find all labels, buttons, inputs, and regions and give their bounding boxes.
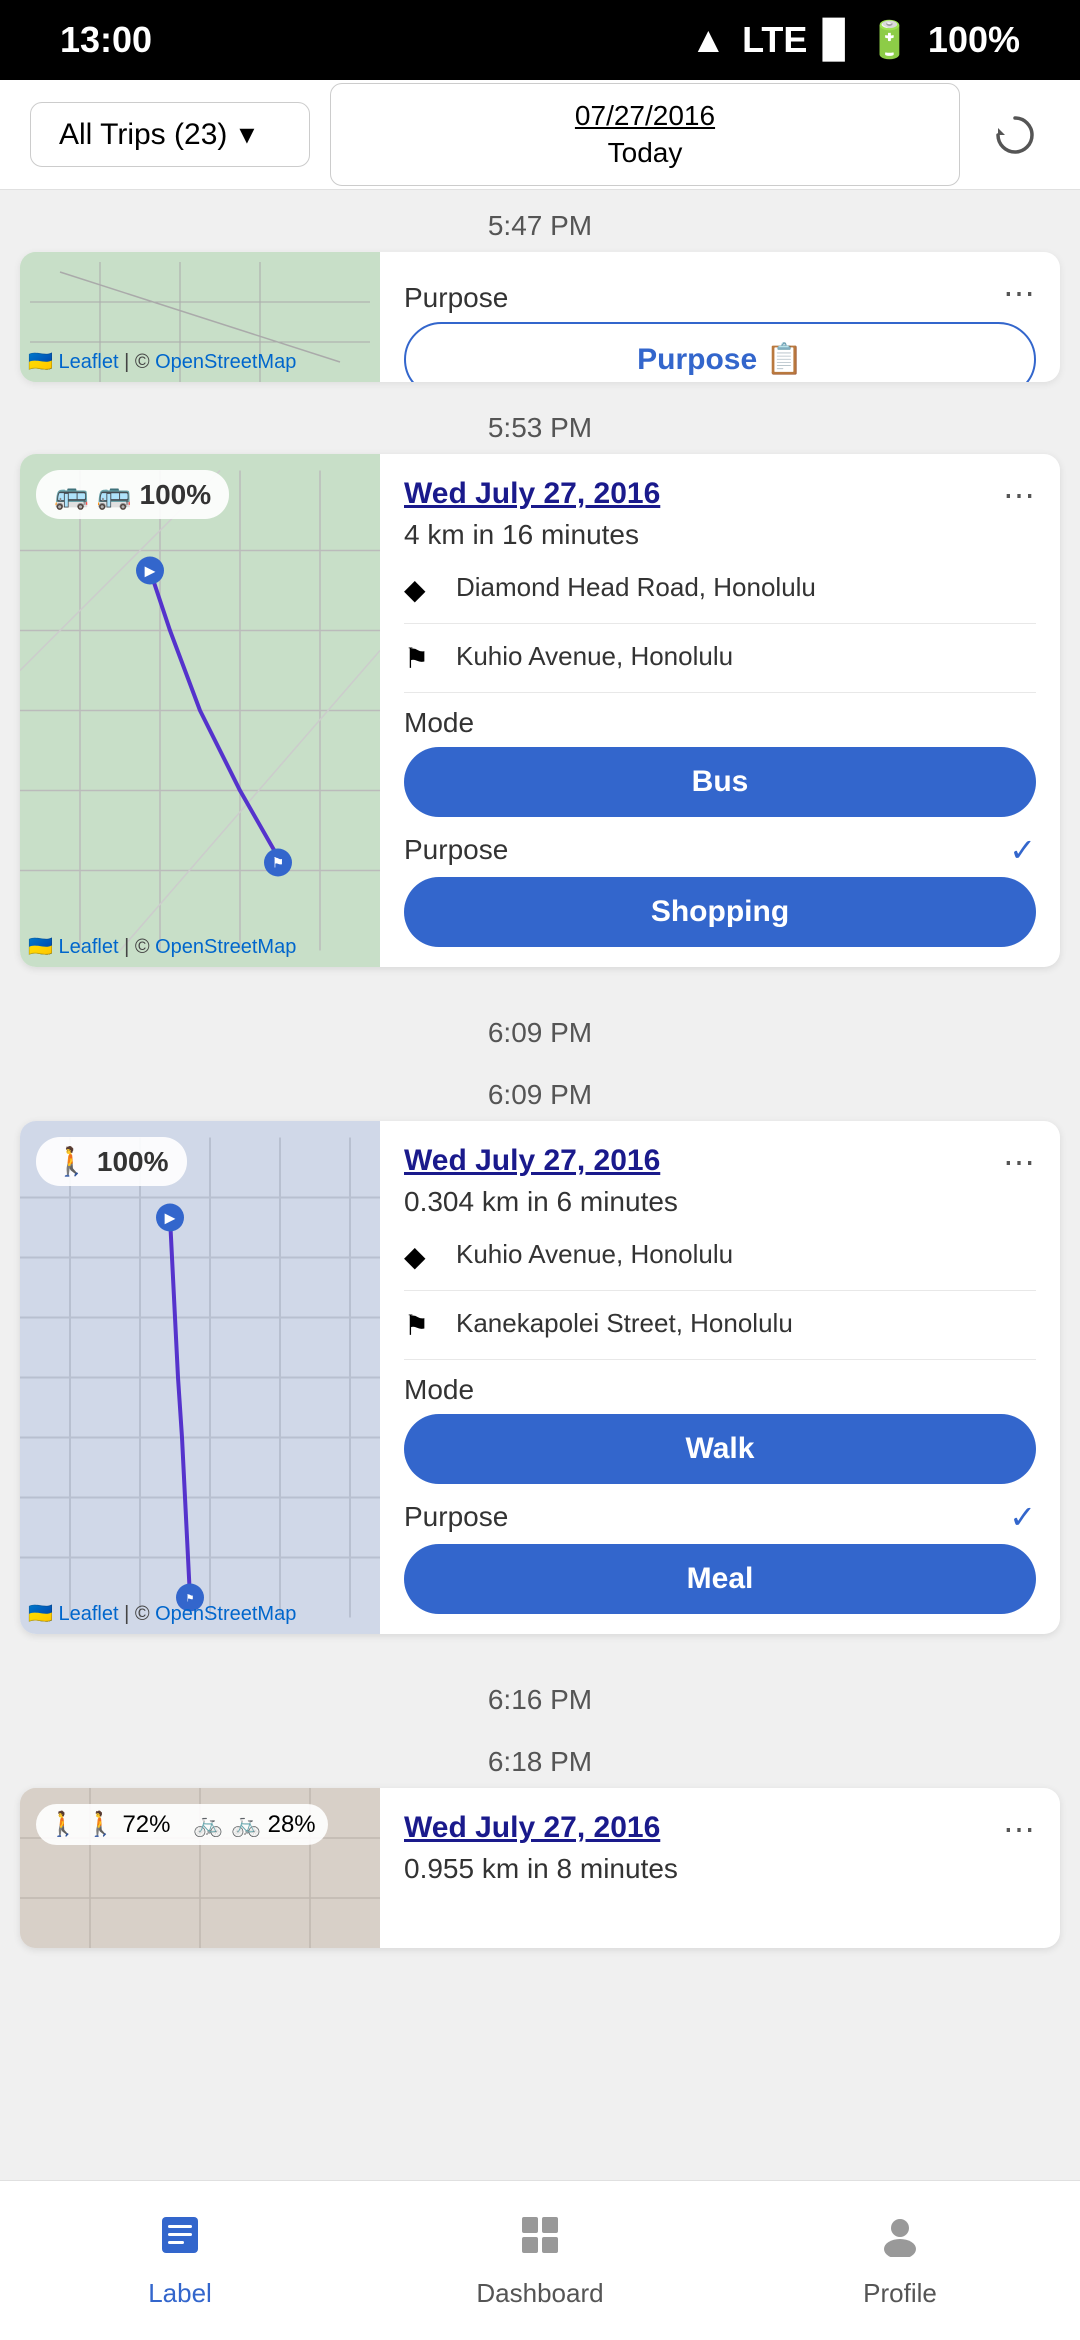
trip-timestamp-2: 5:53 PM (0, 392, 1080, 454)
bottom-nav: Label Dashboard Profile (0, 2180, 1080, 2340)
mode-badge-3: 🚶100% (36, 1137, 187, 1186)
trip-date-2[interactable]: Wed July 27, 2016 (404, 474, 1036, 513)
mode-badge-2: 🚌🚌 100% (36, 470, 229, 519)
mode-btn-3[interactable]: Walk (404, 1414, 1036, 1484)
trip-selector-label: All Trips (23) (59, 118, 227, 152)
battery-label: 100% (928, 19, 1020, 61)
more-button-partial[interactable]: ⋯ (994, 268, 1044, 318)
trip-card-2: ▶ ⚑ 🚌🚌 100% 🇺🇦 Leaflet | © OpenStreetMap… (20, 454, 1060, 967)
origin-text-2: Diamond Head Road, Honolulu (456, 569, 816, 605)
map-attribution-3: 🇺🇦 Leaflet | © OpenStreetMap (28, 1601, 296, 1626)
date-value: 07/27/2016 (575, 98, 715, 134)
nav-dashboard-text: Dashboard (476, 2278, 603, 2309)
check-icon-2: ✓ (1009, 831, 1036, 869)
nav-profile[interactable]: Profile (720, 2181, 1080, 2340)
dashboard-icon (518, 2213, 562, 2268)
map-section-4: 🚶🚶 72% 🚲🚲 28% (20, 1788, 380, 1948)
location-to-3: ⚑ Kanekapolei Street, Honolulu (404, 1305, 1036, 1360)
purpose-label-3: Purpose ✓ (404, 1498, 1036, 1536)
label-icon (158, 2213, 202, 2268)
purpose-btn-3[interactable]: Meal (404, 1544, 1036, 1614)
trip-card-4: 🚶🚶 72% 🚲🚲 28% ⋯ Wed July 27, 2016 0.955 … (20, 1788, 1060, 1948)
mode-btn-2[interactable]: Bus (404, 747, 1036, 817)
purpose-btn-2[interactable]: Shopping (404, 877, 1036, 947)
top-bar: All Trips (23) ▾ 07/27/2016 Today (0, 80, 1080, 190)
map-attribution-partial: 🇺🇦 Leaflet | © OpenStreetMap (28, 349, 296, 374)
chevron-down-icon: ▾ (239, 117, 254, 152)
trip-end-timestamp-2: 6:09 PM (0, 997, 1080, 1059)
svg-text:⚑: ⚑ (272, 855, 285, 871)
trip-duration-3: 0.304 km in 6 minutes (404, 1186, 1036, 1218)
profile-icon (878, 2213, 922, 2268)
purpose-label-partial: Purpose (404, 282, 1036, 314)
map-section-3: ▶ ⚑ 🚶100% 🇺🇦 Leaflet | © OpenStreetMap (20, 1121, 380, 1634)
time-display: 13:00 (60, 19, 152, 61)
map-partial: 🇺🇦 Leaflet | © OpenStreetMap (20, 252, 380, 382)
dest-text-3: Kanekapolei Street, Honolulu (456, 1305, 793, 1341)
dest-icon-2: ⚑ (404, 642, 440, 678)
trip-info-partial: ⋯ Purpose Purpose 📋 (380, 252, 1060, 382)
more-button-4[interactable]: ⋯ (994, 1804, 1044, 1854)
mode-label-2: Mode (404, 707, 1036, 739)
status-bar: 13:00 ▲ LTE ▊ 🔋 100% (0, 0, 1080, 80)
purpose-btn-partial[interactable]: Purpose 📋 (404, 322, 1036, 382)
refresh-button[interactable] (980, 100, 1050, 170)
nav-label[interactable]: Label (0, 2181, 360, 2340)
trip-end-timestamp-3: 6:16 PM (0, 1664, 1080, 1726)
trip-card-partial: 🇺🇦 Leaflet | © OpenStreetMap ⋯ Purpose P… (20, 252, 1060, 382)
more-button-2[interactable]: ⋯ (994, 470, 1044, 520)
svg-text:▶: ▶ (165, 1210, 176, 1226)
today-label: Today (608, 135, 683, 171)
trip-info-2: ⋯ Wed July 27, 2016 4 km in 16 minutes ◆… (380, 454, 1060, 967)
nav-profile-text: Profile (863, 2278, 937, 2309)
mode-badge-4: 🚶🚶 72% 🚲🚲 28% (36, 1804, 328, 1845)
map-svg-2: ▶ ⚑ (20, 454, 380, 967)
mode-label-3: Mode (404, 1374, 1036, 1406)
dest-text-2: Kuhio Avenue, Honolulu (456, 638, 733, 674)
nav-label-text: Label (148, 2278, 212, 2309)
battery-icon: 🔋 (867, 19, 912, 61)
status-icons: ▲ LTE ▊ 🔋 100% (690, 19, 1020, 61)
location-to-2: ⚑ Kuhio Avenue, Honolulu (404, 638, 1036, 693)
refresh-icon (990, 110, 1040, 160)
location-from-2: ◆ Diamond Head Road, Honolulu (404, 569, 1036, 624)
map-section-2: ▶ ⚑ 🚌🚌 100% 🇺🇦 Leaflet | © OpenStreetMap (20, 454, 380, 967)
svg-text:▶: ▶ (145, 563, 156, 579)
date-selector[interactable]: 07/27/2016 Today (330, 83, 960, 186)
purpose-label-2: Purpose ✓ (404, 831, 1036, 869)
trip-timestamp-3: 6:09 PM (0, 1059, 1080, 1121)
trip-info-3: ⋯ Wed July 27, 2016 0.304 km in 6 minute… (380, 1121, 1060, 1634)
trip-info-4: ⋯ Wed July 27, 2016 0.955 km in 8 minute… (380, 1788, 1060, 1948)
nav-dashboard[interactable]: Dashboard (360, 2181, 720, 2340)
map-attribution-2: 🇺🇦 Leaflet | © OpenStreetMap (28, 934, 296, 959)
more-button-3[interactable]: ⋯ (994, 1137, 1044, 1187)
trip-duration-2: 4 km in 16 minutes (404, 519, 1036, 551)
trip-date-4[interactable]: Wed July 27, 2016 (404, 1808, 1036, 1847)
trip-date-3[interactable]: Wed July 27, 2016 (404, 1141, 1036, 1180)
map-svg-3: ▶ ⚑ (20, 1121, 380, 1634)
origin-icon-2: ◆ (404, 573, 440, 609)
trip-selector[interactable]: All Trips (23) ▾ (30, 102, 310, 167)
origin-text-3: Kuhio Avenue, Honolulu (456, 1236, 733, 1272)
trip-duration-4: 0.955 km in 8 minutes (404, 1853, 1036, 1885)
location-from-3: ◆ Kuhio Avenue, Honolulu (404, 1236, 1036, 1291)
scroll-content: 5:47 PM 🇺🇦 Leaflet | © OpenStreetMap (0, 190, 1080, 2138)
origin-icon-3: ◆ (404, 1240, 440, 1276)
dest-icon-3: ⚑ (404, 1309, 440, 1345)
signal-icon: ▊ (823, 19, 851, 61)
trip-card-3: ▶ ⚑ 🚶100% 🇺🇦 Leaflet | © OpenStreetMap ⋯… (20, 1121, 1060, 1634)
lte-label: LTE (742, 19, 807, 61)
trip-timestamp-4: 6:18 PM (0, 1726, 1080, 1788)
wifi-icon: ▲ (690, 19, 726, 61)
check-icon-3: ✓ (1009, 1498, 1036, 1536)
trip-timestamp-1: 5:47 PM (0, 190, 1080, 252)
